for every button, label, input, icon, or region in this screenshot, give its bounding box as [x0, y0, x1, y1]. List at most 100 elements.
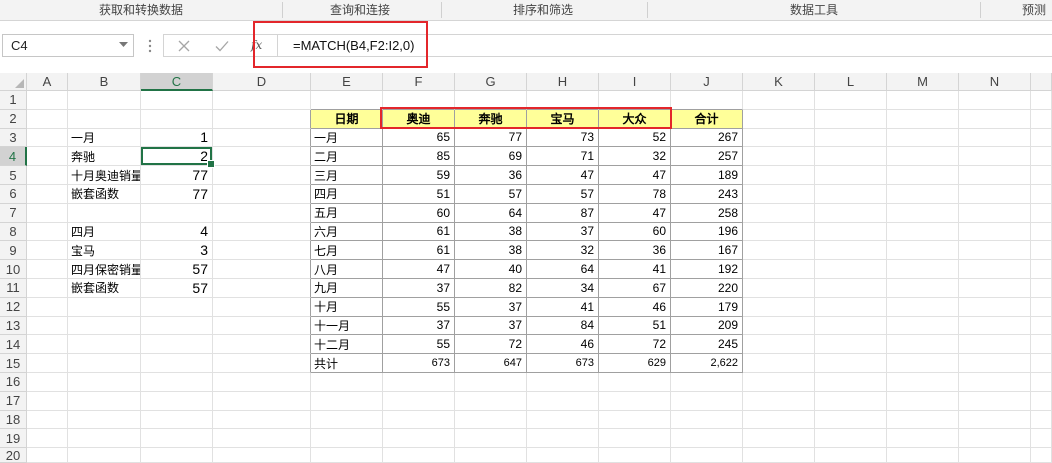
cell-E18[interactable] [311, 410, 383, 430]
column-header-D[interactable]: D [213, 73, 311, 91]
cell-K3[interactable] [743, 128, 815, 148]
cell-E2[interactable]: 日期 [311, 109, 383, 129]
cell-L1[interactable] [815, 91, 887, 110]
cell-D3[interactable] [213, 128, 311, 148]
cell-L10[interactable] [815, 260, 887, 279]
cell-I18[interactable] [599, 410, 671, 430]
cell-I17[interactable] [599, 391, 671, 411]
column-header-L[interactable]: L [815, 73, 887, 91]
cell-C18[interactable] [141, 410, 213, 430]
cell-F13[interactable]: 37 [383, 316, 455, 336]
cell-H8[interactable]: 37 [527, 222, 599, 242]
cell-H10[interactable]: 64 [527, 260, 599, 279]
row-header-14[interactable]: 14 [0, 335, 27, 355]
cell-G18[interactable] [455, 410, 527, 430]
cell-G13[interactable]: 37 [455, 316, 527, 336]
cell-L9[interactable] [815, 241, 887, 261]
cell-D9[interactable] [213, 241, 311, 261]
formula-input[interactable]: =MATCH(B4,F2:I2,0) [277, 35, 1052, 56]
cell-H2[interactable]: 宝马 [527, 109, 599, 129]
cell-H9[interactable]: 32 [527, 241, 599, 261]
row-header-19[interactable]: 19 [0, 429, 27, 449]
cell-overflow-19[interactable] [1031, 429, 1052, 449]
cell-K10[interactable] [743, 260, 815, 279]
cell-J19[interactable] [671, 429, 743, 449]
cell-A18[interactable] [27, 410, 68, 430]
cell-F10[interactable]: 47 [383, 260, 455, 279]
row-header-16[interactable]: 16 [0, 372, 27, 392]
cell-E16[interactable] [311, 372, 383, 392]
cell-D6[interactable] [213, 184, 311, 204]
cell-N9[interactable] [959, 241, 1031, 261]
cell-C11[interactable]: 57 [141, 278, 213, 298]
cell-B13[interactable] [68, 316, 141, 336]
row-header-9[interactable]: 9 [0, 241, 27, 261]
row-header-17[interactable]: 17 [0, 391, 27, 411]
cell-L16[interactable] [815, 372, 887, 392]
cell-K4[interactable] [743, 147, 815, 167]
cell-E17[interactable] [311, 391, 383, 411]
cell-N11[interactable] [959, 278, 1031, 298]
cell-A2[interactable] [27, 109, 68, 129]
cell-L20[interactable] [815, 448, 887, 463]
cell-J20[interactable] [671, 448, 743, 463]
column-header-B[interactable]: B [68, 73, 141, 91]
cell-G14[interactable]: 72 [455, 335, 527, 355]
cell-D1[interactable] [213, 91, 311, 110]
row-header-5[interactable]: 5 [0, 166, 27, 185]
cell-I13[interactable]: 51 [599, 316, 671, 336]
cell-G7[interactable]: 64 [455, 203, 527, 223]
cell-F19[interactable] [383, 429, 455, 449]
cell-overflow-18[interactable] [1031, 410, 1052, 430]
cell-A4[interactable] [27, 147, 68, 167]
column-header-E[interactable]: E [311, 73, 383, 91]
cell-G11[interactable]: 82 [455, 278, 527, 298]
cell-L5[interactable] [815, 166, 887, 185]
cell-H11[interactable]: 34 [527, 278, 599, 298]
cell-H16[interactable] [527, 372, 599, 392]
cell-J15[interactable]: 2,622 [671, 354, 743, 373]
cell-L18[interactable] [815, 410, 887, 430]
cell-E4[interactable]: 二月 [311, 147, 383, 167]
cell-D2[interactable] [213, 109, 311, 129]
cell-N1[interactable] [959, 91, 1031, 110]
cell-overflow-8[interactable] [1031, 222, 1052, 242]
cell-G6[interactable]: 57 [455, 184, 527, 204]
row-header-12[interactable]: 12 [0, 297, 27, 317]
cell-overflow-2[interactable] [1031, 109, 1052, 129]
row-header-2[interactable]: 2 [0, 109, 27, 129]
cell-N15[interactable] [959, 354, 1031, 373]
cell-A20[interactable] [27, 448, 68, 463]
cell-C8[interactable]: 4 [141, 222, 213, 242]
column-header-K[interactable]: K [743, 73, 815, 91]
cell-M7[interactable] [887, 203, 959, 223]
cell-B8[interactable]: 四月 [68, 222, 141, 242]
cell-E11[interactable]: 九月 [311, 278, 383, 298]
cell-A17[interactable] [27, 391, 68, 411]
cell-C15[interactable] [141, 354, 213, 373]
cell-overflow-5[interactable] [1031, 166, 1052, 185]
row-header-18[interactable]: 18 [0, 410, 27, 430]
column-header-overflow[interactable] [1031, 73, 1052, 91]
row-header-11[interactable]: 11 [0, 278, 27, 298]
cell-D8[interactable] [213, 222, 311, 242]
cell-F18[interactable] [383, 410, 455, 430]
cell-A12[interactable] [27, 297, 68, 317]
cell-C7[interactable] [141, 203, 213, 223]
close-icon[interactable] [178, 40, 190, 52]
cell-F1[interactable] [383, 91, 455, 110]
cell-E15[interactable]: 共计 [311, 354, 383, 373]
cell-A15[interactable] [27, 354, 68, 373]
cell-N19[interactable] [959, 429, 1031, 449]
cell-M5[interactable] [887, 166, 959, 185]
column-header-G[interactable]: G [455, 73, 527, 91]
cell-J3[interactable]: 267 [671, 128, 743, 148]
column-header-A[interactable]: A [27, 73, 68, 91]
cell-F20[interactable] [383, 448, 455, 463]
cell-N5[interactable] [959, 166, 1031, 185]
cell-N13[interactable] [959, 316, 1031, 336]
cell-M3[interactable] [887, 128, 959, 148]
cell-I6[interactable]: 78 [599, 184, 671, 204]
column-header-F[interactable]: F [383, 73, 455, 91]
cell-J14[interactable]: 245 [671, 335, 743, 355]
